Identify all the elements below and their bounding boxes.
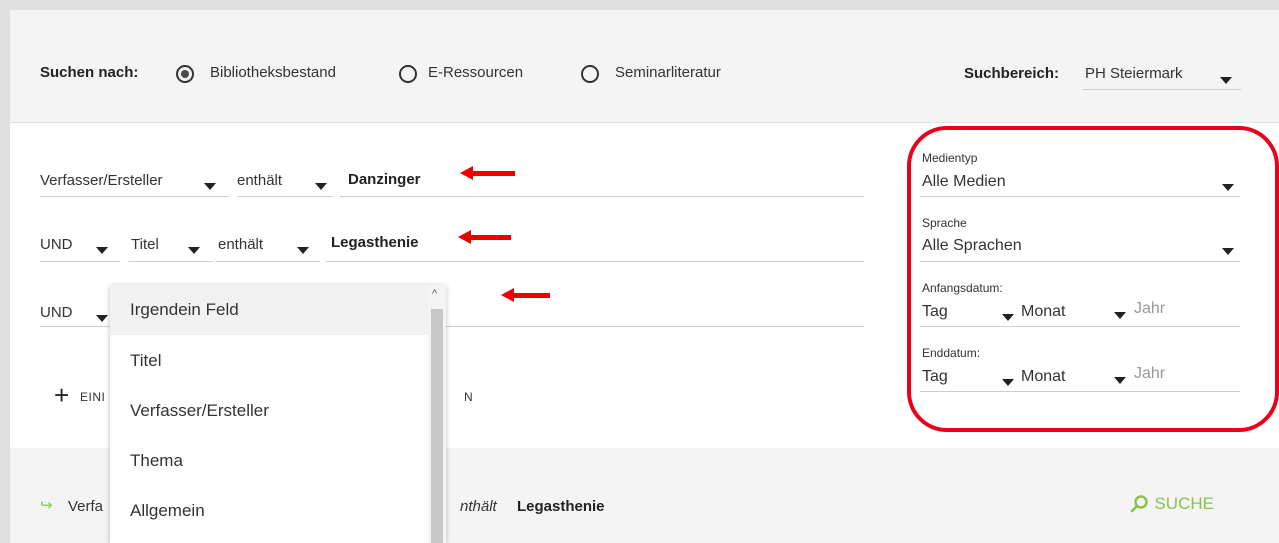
dropdown-item-verfasser[interactable]: Verfasser/Ersteller [130,401,269,421]
row2-field-chevron-down-icon[interactable] [188,241,200,259]
search-panel: Suchen nach: Bibliotheksbestand E-Ressou… [10,10,1279,543]
scroll-up-icon[interactable]: ^ [432,288,437,300]
dropdown-scroll-thumb[interactable] [431,309,443,543]
radio-label-seminarliteratur[interactable]: Seminarliteratur [615,64,721,81]
row1-field-select[interactable]: Verfasser/Ersteller [40,172,163,189]
search-button[interactable]: SUCHE [1130,494,1214,514]
row2-operator-chevron-down-icon[interactable] [297,241,309,259]
row1-operator-select[interactable]: enthält [237,172,282,189]
dropdown-item-allgemein[interactable]: Allgemein [130,501,205,521]
search-icon [1130,495,1148,513]
scope-label: Suchbereich: [964,65,1060,82]
query-summary-operator: nthält [460,498,497,515]
row2-search-input[interactable]: Legasthenie [331,234,419,251]
field-dropdown-list[interactable]: Irgendein Feld Titel Verfasser/Ersteller… [110,285,446,543]
scope-select-value[interactable]: PH Steiermark [1085,65,1183,82]
radio-label-e-ressourcen[interactable]: E-Ressourcen [428,64,523,81]
annotation-arrow-3 [501,288,550,302]
dropdown-item-thema[interactable]: Thema [130,451,183,471]
row3-bool-chevron-down-icon[interactable] [96,309,108,327]
row3-bool-select[interactable]: UND [40,304,73,321]
search-type-bar: Suchen nach: Bibliotheksbestand E-Ressou… [10,10,1279,123]
row1-field-chevron-down-icon[interactable] [204,177,216,195]
scope-chevron-down-icon[interactable] [1220,71,1232,89]
annotation-arrow-1 [460,166,515,180]
search-button-label[interactable]: SUCHE [1154,494,1214,513]
arrow-right-icon: ↪ [40,497,53,514]
radio-bibliotheksbestand[interactable] [176,65,194,83]
row2-bool-select[interactable]: UND [40,236,73,253]
row2-field-select[interactable]: Titel [131,236,159,253]
add-row-button-suffix[interactable]: N [464,390,473,404]
row1-search-input[interactable]: Danzinger [348,171,421,188]
query-summary-prefix: Verfa [68,498,104,515]
search-by-label: Suchen nach: [40,64,139,81]
radio-label-bibliotheksbestand[interactable]: Bibliotheksbestand [210,64,336,81]
plus-icon[interactable]: + [54,382,69,408]
annotation-arrow-2 [458,230,511,244]
dropdown-item-titel[interactable]: Titel [130,351,162,371]
radio-e-ressourcen[interactable] [399,65,417,83]
row1-operator-chevron-down-icon[interactable] [315,177,327,195]
radio-seminarliteratur[interactable] [581,65,599,83]
dropdown-scrollbar[interactable]: ^ [428,285,446,543]
annotation-highlight-box [907,126,1279,432]
query-summary-value: Legasthenie [517,498,605,515]
add-row-button[interactable]: EINI [80,390,105,404]
dropdown-item-irgendein-feld[interactable]: Irgendein Feld [130,300,239,320]
row2-operator-select[interactable]: enthält [218,236,263,253]
row2-bool-chevron-down-icon[interactable] [96,241,108,259]
